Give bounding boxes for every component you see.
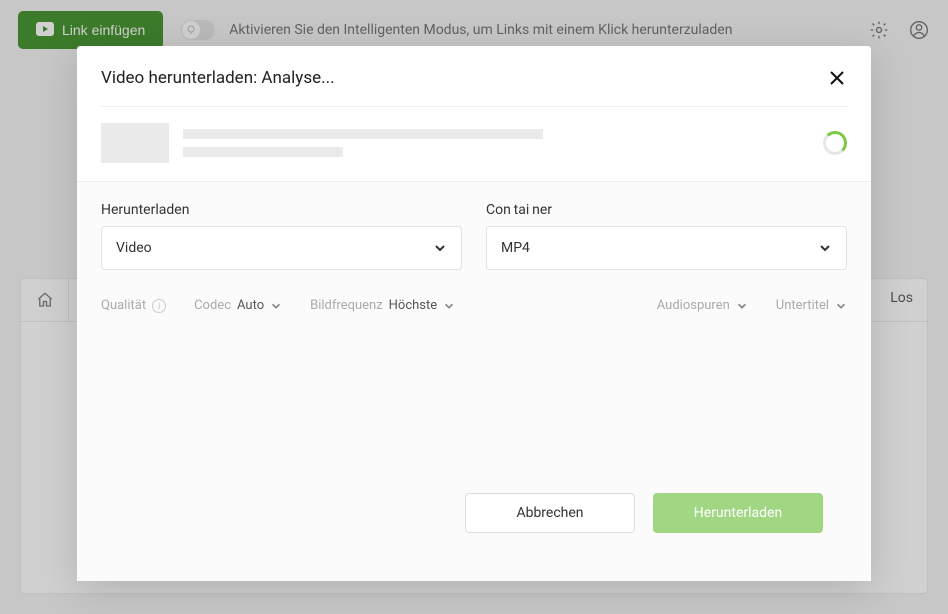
- chevron-down-icon: [818, 241, 832, 255]
- audio-tracks-option[interactable]: Audiospuren: [657, 298, 748, 313]
- cancel-button[interactable]: Abbrechen: [465, 493, 635, 533]
- codec-option[interactable]: Codec Auto: [194, 298, 282, 313]
- framerate-value: Höchste: [389, 298, 438, 313]
- download-type-label: Herunterladen: [101, 202, 462, 218]
- codec-label: Codec: [194, 298, 231, 313]
- skeleton-line: [183, 129, 543, 139]
- subtitles-label: Untertitel: [776, 298, 829, 313]
- download-modal: Video herunterladen: Analyse... Herunter…: [77, 46, 871, 581]
- text-skeleton: [183, 129, 809, 157]
- download-type-value: Video: [116, 240, 152, 256]
- modal-header: Video herunterladen: Analyse...: [77, 46, 871, 106]
- close-icon: [830, 71, 844, 85]
- framerate-option[interactable]: Bildfrequenz Höchste: [310, 298, 455, 313]
- download-button[interactable]: Herunterladen: [653, 493, 823, 533]
- skeleton-line: [183, 147, 343, 157]
- chevron-down-icon: [270, 300, 282, 312]
- thumbnail-skeleton: [101, 123, 169, 163]
- modal-overlay: Video herunterladen: Analyse... Herunter…: [0, 0, 948, 614]
- framerate-label: Bildfrequenz: [310, 298, 383, 313]
- container-value: MP4: [501, 240, 530, 256]
- download-type-select[interactable]: Video: [101, 226, 462, 270]
- chevron-down-icon: [736, 300, 748, 312]
- modal-footer: Abbrechen Herunterladen: [101, 493, 847, 557]
- chevron-down-icon: [835, 300, 847, 312]
- info-icon: i: [152, 299, 166, 313]
- loading-spinner-icon: [823, 131, 847, 155]
- subtitles-option[interactable]: Untertitel: [776, 298, 847, 313]
- chevron-down-icon: [433, 241, 447, 255]
- options-panel: Herunterladen Video Con tai ner MP4: [77, 181, 871, 581]
- cancel-label: Abbrechen: [516, 505, 583, 521]
- codec-value: Auto: [237, 298, 264, 313]
- quality-option[interactable]: Qualität i: [101, 298, 166, 313]
- modal-title: Video herunterladen: Analyse...: [101, 68, 335, 88]
- audio-tracks-label: Audiospuren: [657, 298, 730, 313]
- quality-label: Qualität: [101, 298, 146, 313]
- chevron-down-icon: [443, 300, 455, 312]
- container-label: Con tai ner: [486, 202, 847, 218]
- close-button[interactable]: [827, 68, 847, 88]
- video-info-loading: [77, 107, 871, 181]
- container-select[interactable]: MP4: [486, 226, 847, 270]
- download-label: Herunterladen: [694, 505, 782, 521]
